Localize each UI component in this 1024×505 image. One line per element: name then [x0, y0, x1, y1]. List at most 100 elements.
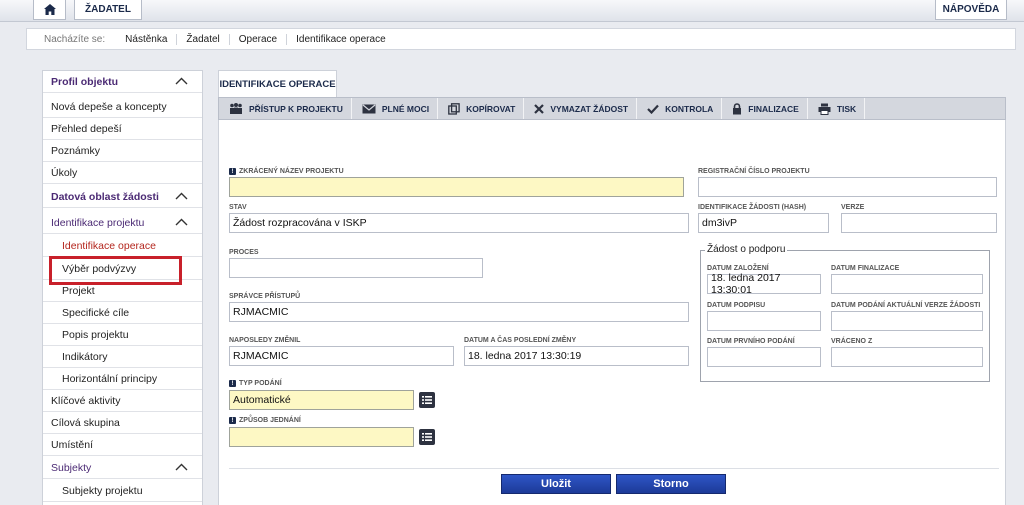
- label-text: TYP PODÁNÍ: [239, 380, 282, 387]
- created-date-field: 18. ledna 2017 13:30:01: [707, 272, 821, 296]
- negotiation-method-label: ! ZPŮSOB JEDNÁNÍ: [229, 417, 301, 424]
- sidebar-item-specificke-cile[interactable]: Specifické cíle: [43, 302, 202, 324]
- help-button[interactable]: NÁPOVĚDA: [935, 0, 1007, 20]
- sidebar-item-label: Identifikace operace: [62, 239, 156, 252]
- sidebar-item-klicove-aktivity[interactable]: Klíčové aktivity: [43, 390, 202, 412]
- finalized-date-field: [831, 274, 983, 294]
- sidebar-item-label: Nová depeše a koncepty: [51, 100, 167, 113]
- home-button[interactable]: [33, 0, 66, 20]
- list-picker-button[interactable]: [419, 429, 435, 445]
- process-label: PROCES: [229, 249, 259, 256]
- sidebar-item-horizontalni-principy[interactable]: Horizontální principy: [43, 368, 202, 390]
- chevron-up-icon[interactable]: [175, 192, 188, 200]
- returned-from-label: VRÁCENO Z: [831, 338, 873, 345]
- sidebar-item-label: Popis projektu: [62, 328, 129, 341]
- power-of-attorney-button[interactable]: PLNÉ MOCI: [352, 98, 439, 119]
- finalized-date-label: DATUM FINALIZACE: [831, 265, 900, 272]
- chevron-up-icon[interactable]: [175, 77, 188, 85]
- access-button[interactable]: PŘÍSTUP K PROJEKTU: [219, 98, 352, 119]
- check-label: KONTROLA: [665, 103, 714, 114]
- returned-from-field: [831, 347, 983, 367]
- printer-icon: [818, 103, 831, 115]
- sidebar-item-ukoly[interactable]: Úkoly: [43, 162, 202, 184]
- power-label: PLNÉ MOCI: [381, 103, 430, 114]
- delete-request-button[interactable]: VYMAZAT ŽÁDOST: [524, 98, 638, 119]
- short-name-label: ! ZKRÁCENÝ NÁZEV PROJEKTU: [229, 168, 344, 175]
- sidebar-item-indikatory[interactable]: Indikátory: [43, 346, 202, 368]
- sidebar-item-label: Horizontální principy: [62, 372, 158, 385]
- sidebar-item-prehled-depesi[interactable]: Přehled depeší: [43, 118, 202, 140]
- submission-type-label: ! TYP PODÁNÍ: [229, 380, 282, 387]
- support-request-legend: Žádost o podporu: [705, 244, 788, 255]
- check-button[interactable]: KONTROLA: [637, 98, 723, 119]
- finalize-label: FINALIZACE: [748, 103, 799, 114]
- sidebar-item-nova-depese[interactable]: Nová depeše a koncepty: [43, 96, 202, 118]
- sidebar-item-label: Indikátory: [62, 350, 108, 363]
- copy-button[interactable]: KOPÍROVAT: [438, 98, 525, 119]
- access-admin-label: SPRÁVCE PŘÍSTUPŮ: [229, 293, 301, 300]
- negotiation-method-field[interactable]: [229, 427, 414, 447]
- finalize-button[interactable]: FINALIZACE: [722, 98, 808, 119]
- copy-icon: [448, 102, 460, 115]
- created-date-label: DATUM ZALOŽENÍ: [707, 265, 769, 272]
- list-icon: [422, 396, 432, 404]
- print-button[interactable]: TISK: [808, 98, 866, 119]
- signed-date-field: [707, 311, 821, 331]
- info-icon: !: [229, 417, 236, 424]
- sidebar-item-label: Datová oblast žádosti: [51, 190, 159, 203]
- sidebar-section-datova-oblast[interactable]: Datová oblast žádosti: [43, 186, 202, 208]
- breadcrumb-item-identifikace-operace: Identifikace operace: [286, 33, 395, 45]
- sidebar-item-label: Umístění: [51, 438, 94, 451]
- sidebar-item-label: Cílová skupina: [51, 416, 120, 429]
- sidebar-nav: Profil objektu Nová depeše a koncepty Př…: [42, 70, 203, 505]
- sidebar-section-profil-objektu[interactable]: Profil objektu: [43, 71, 202, 93]
- hash-field: dm3ivP: [698, 213, 829, 233]
- main-panel: IDENTIFIKACE OPERACE PŘÍSTUP K PROJEKTU …: [218, 70, 1006, 505]
- sidebar-item-label: Klíčové aktivity: [51, 394, 121, 407]
- zadatel-button[interactable]: ŽADATEL: [74, 0, 142, 20]
- short-name-field[interactable]: [229, 177, 684, 197]
- top-bar: ŽADATEL NÁPOVĚDA: [0, 0, 1024, 22]
- tab-identifikace-operace[interactable]: IDENTIFIKACE OPERACE: [218, 70, 337, 97]
- sidebar-item-cilova-skupina[interactable]: Cílová skupina: [43, 412, 202, 434]
- sidebar-item-poznamky[interactable]: Poznámky: [43, 140, 202, 162]
- cancel-button[interactable]: Storno: [616, 474, 726, 494]
- save-button[interactable]: Uložit: [501, 474, 611, 494]
- sidebar-item-label: Přehled depeší: [51, 122, 122, 135]
- sidebar-item-label: Specifické cíle: [62, 306, 130, 319]
- label-text: ZPŮSOB JEDNÁNÍ: [239, 417, 301, 424]
- breadcrumb-item-nastenka[interactable]: Nástěnka: [125, 34, 176, 45]
- sidebar-section-subjekty[interactable]: Subjekty: [43, 457, 202, 479]
- breadcrumb-item-operace[interactable]: Operace: [228, 33, 286, 45]
- reg-number-label: REGISTRAČNÍ ČÍSLO PROJEKTU: [698, 168, 810, 175]
- lock-icon: [733, 102, 742, 114]
- sidebar-item-label: Úkoly: [51, 166, 78, 179]
- print-label: TISK: [836, 103, 857, 114]
- last-changed-by-field: RJMACMIC: [229, 346, 454, 366]
- last-change-date-label: DATUM A ČAS POSLEDNÍ ZMĚNY: [464, 337, 577, 344]
- last-change-date-field: 18. ledna 2017 13:30:19: [464, 346, 689, 366]
- breadcrumb-label: Nacházíte se:: [44, 33, 106, 45]
- divider: [229, 468, 999, 469]
- sidebar-item-label: Projekt: [62, 284, 95, 297]
- checkmark-icon: [647, 104, 659, 114]
- label-text: ZKRÁCENÝ NÁZEV PROJEKTU: [239, 168, 344, 175]
- breadcrumb-item-zadatel[interactable]: Žadatel: [176, 33, 228, 45]
- chevron-up-icon[interactable]: [175, 218, 188, 226]
- sidebar-item-umisteni[interactable]: Umístění: [43, 434, 202, 456]
- sidebar-item-subjekty-projektu[interactable]: Subjekty projektu: [43, 480, 202, 502]
- hash-label: IDENTIFIKACE ŽÁDOSTI (HASH): [698, 204, 807, 211]
- users-icon: [230, 103, 242, 114]
- list-picker-button[interactable]: [419, 392, 435, 408]
- process-field: [229, 258, 483, 278]
- sidebar-item-popis-projektu[interactable]: Popis projektu: [43, 324, 202, 346]
- sidebar-item-label: Poznámky: [51, 144, 101, 157]
- delete-label: VYMAZAT ŽÁDOST: [550, 103, 629, 114]
- version-field: [841, 213, 997, 233]
- sidebar-item-label: Identifikace projektu: [51, 216, 145, 229]
- chevron-up-icon[interactable]: [175, 463, 188, 471]
- sidebar-section-identifikace-projektu[interactable]: Identifikace projektu: [43, 212, 202, 234]
- close-icon: [534, 103, 545, 114]
- submission-type-field[interactable]: Automatické: [229, 390, 414, 410]
- sidebar-item-identifikace-operace[interactable]: Identifikace operace: [43, 235, 202, 257]
